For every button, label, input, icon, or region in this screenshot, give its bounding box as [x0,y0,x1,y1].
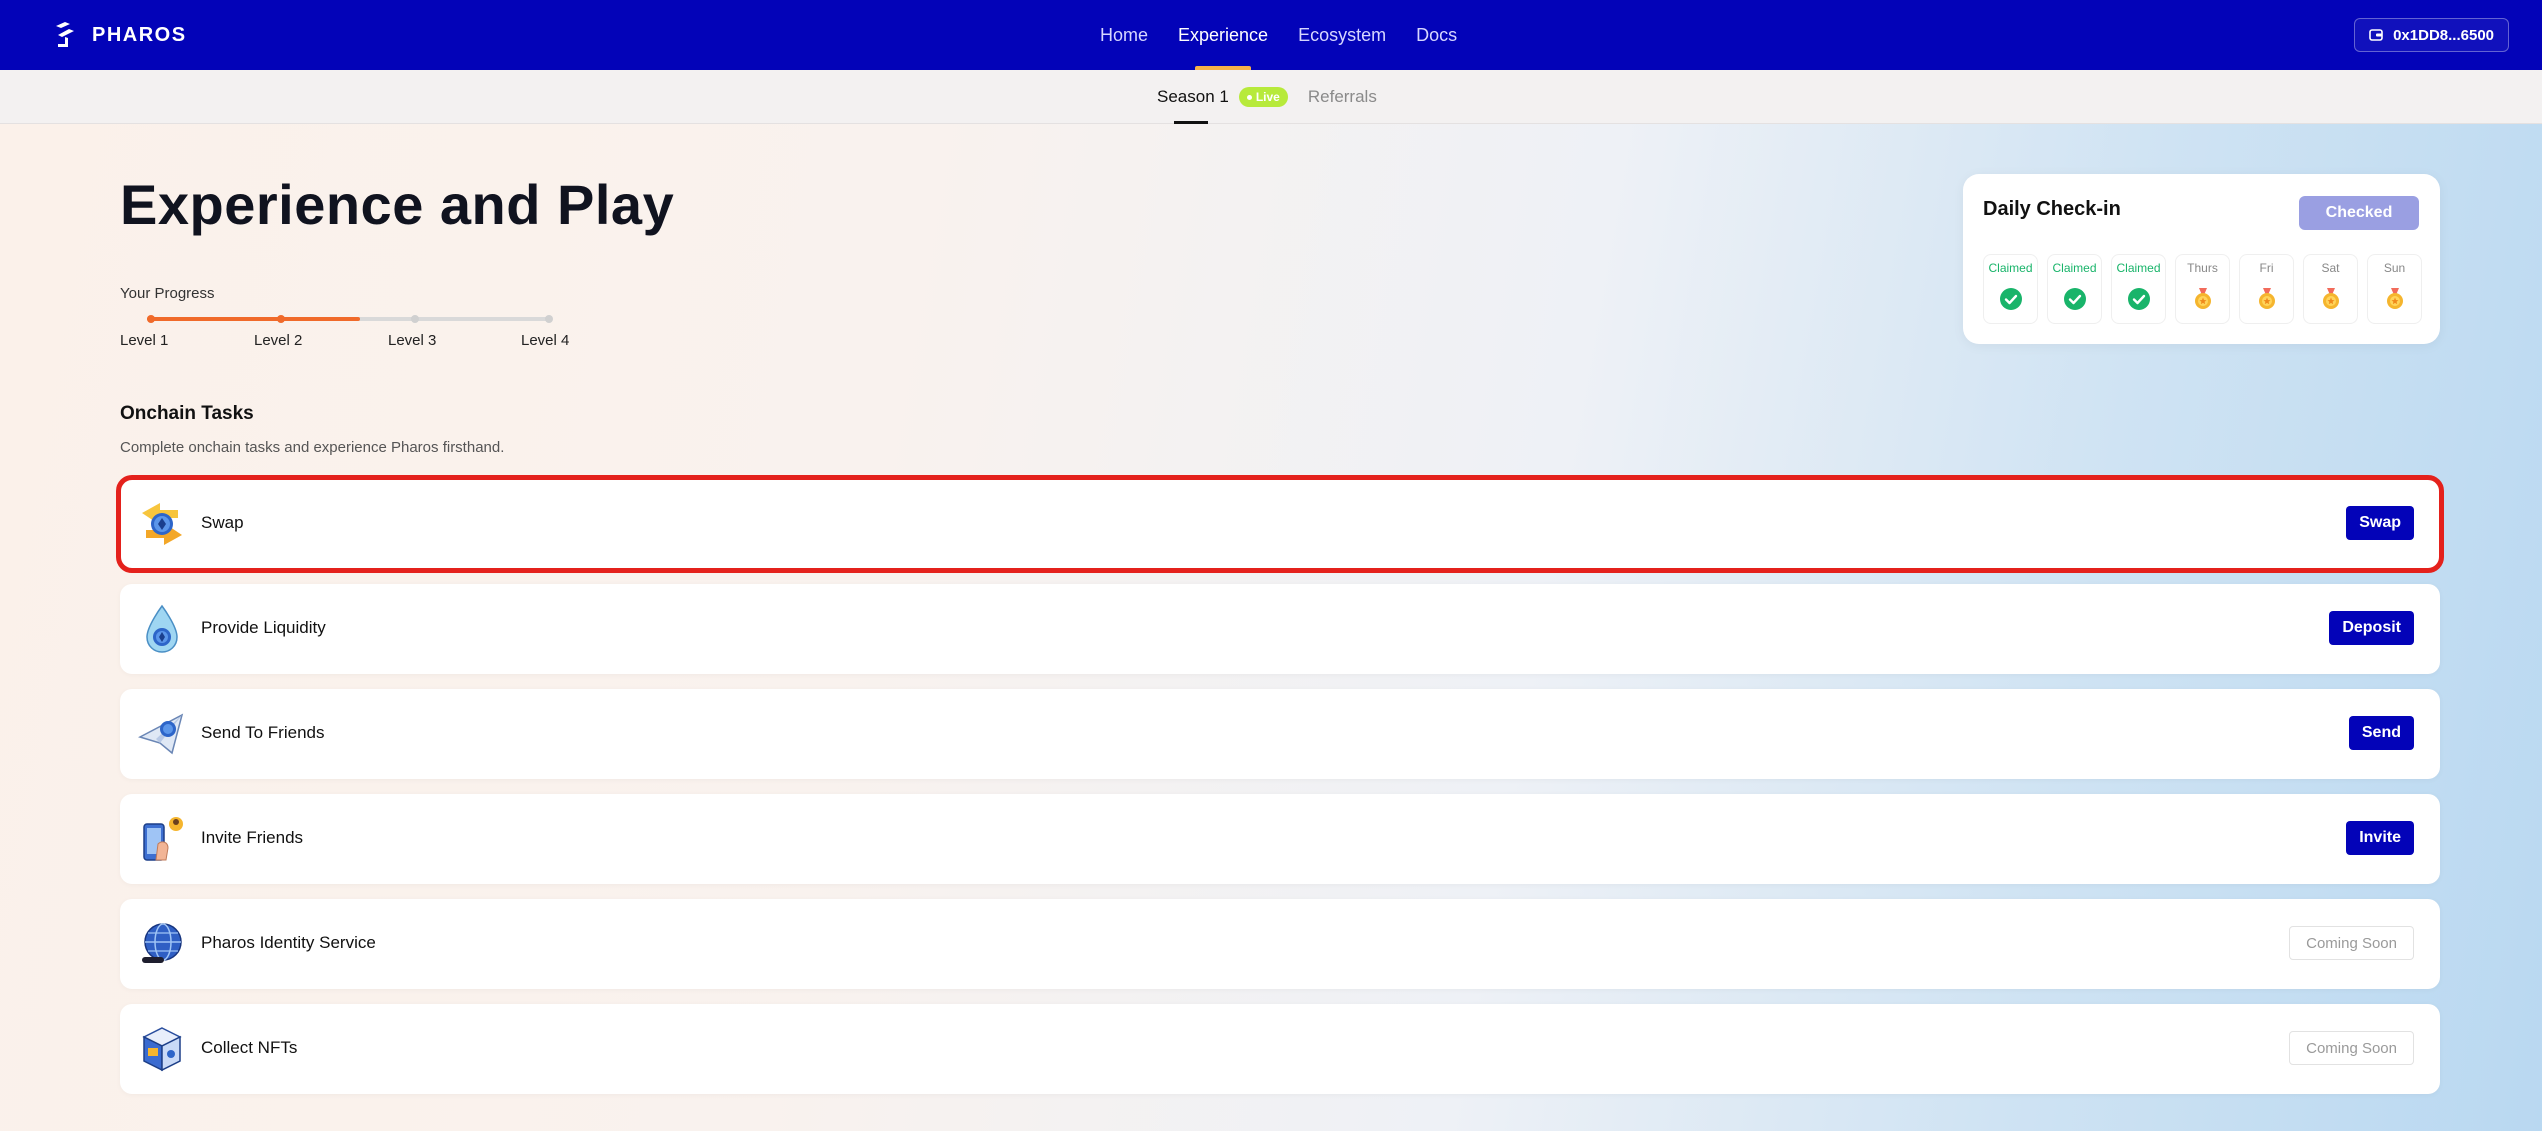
nft-box-icon [142,1027,182,1072]
task-row-send-to-friends: Send To Friends Send [120,689,2440,779]
deposit-button[interactable]: Deposit [2329,611,2414,645]
live-dot-icon [1246,94,1252,100]
day-label: Sun [2383,261,2406,275]
task-row-pharos-identity-service: Pharos Identity Service Coming Soon [120,899,2440,989]
swap-button[interactable]: Swap [2346,506,2414,540]
onchain-tasks-title: Onchain Tasks [120,403,254,424]
main-nav: Home Experience Ecosystem Docs [1100,0,1457,70]
checkin-day: Claimed [2047,254,2102,324]
wallet-address: 0x1DD8...6500 [2393,26,2494,44]
live-badge: Live [1238,87,1288,107]
progress-bar [147,315,553,323]
paper-plane-icon [138,713,184,755]
level-label-2: Level 2 [254,332,303,349]
top-navigation-bar: PHAROS Home Experience Ecosystem Docs 0x… [0,0,2542,70]
coming-soon-button[interactable]: Coming Soon [2289,926,2414,960]
day-label: Claimed [2052,261,2097,275]
checked-button[interactable]: Checked [2299,196,2419,230]
brand-logo[interactable]: PHAROS [52,20,187,50]
checkin-day: Fri [2239,254,2294,324]
day-label: Sat [2321,261,2340,275]
nav-docs[interactable]: Docs [1416,0,1457,70]
day-label: Claimed [2116,261,2161,275]
nav-home[interactable]: Home [1100,0,1148,70]
wallet-button[interactable]: 0x1DD8...6500 [2354,18,2509,52]
tab-season-1[interactable]: Season 1 Live [1157,70,1288,124]
medal-icon [2194,288,2211,309]
nav-ecosystem[interactable]: Ecosystem [1298,0,1386,70]
day-label: Thurs [2187,261,2218,275]
checkin-day: Thurs [2175,254,2230,324]
checkin-title: Daily Check-in [1983,198,2121,220]
task-row-invite-friends: Invite Friends Invite [120,794,2440,884]
day-label: Claimed [1988,261,2033,275]
check-circle-icon [1999,288,2022,310]
daily-checkin-card: Daily Check-in Checked Claimed Claimed C… [1963,174,2440,344]
globe-icon [142,923,182,963]
brand-name: PHAROS [92,23,187,46]
task-name: Collect NFTs [201,1038,298,1057]
tab-season-label: Season 1 [1157,87,1229,106]
pharos-logo-icon [56,22,74,47]
checkin-day: Claimed [1983,254,2038,324]
live-badge-label: Live [1255,90,1280,104]
task-name: Swap [201,513,244,532]
level-label-3: Level 3 [388,332,437,349]
medal-icon [2322,288,2339,309]
task-row-collect-nfts: Collect NFTs Coming Soon [120,1004,2440,1094]
sub-tab-bar: Season 1 Live Referrals [0,70,2542,124]
invite-phone-icon [143,817,183,861]
task-name: Invite Friends [201,828,304,847]
progress-dot-level-4 [545,315,553,323]
liquidity-drop-icon [146,604,178,653]
checkin-day: Claimed [2111,254,2166,324]
level-label-1: Level 1 [120,332,169,349]
check-circle-icon [2127,288,2150,310]
medal-icon [2386,288,2403,309]
task-row-swap: Swap Swap [116,475,2444,573]
wallet-icon [2369,29,2383,41]
coming-soon-button[interactable]: Coming Soon [2289,1031,2414,1065]
onchain-tasks-subtitle: Complete onchain tasks and experience Ph… [120,439,505,456]
checkin-day: Sun [2367,254,2422,324]
level-label-4: Level 4 [521,332,570,349]
check-circle-icon [2063,288,2086,310]
page-title: Experience and Play [120,173,675,236]
tab-referrals[interactable]: Referrals [1308,70,1377,124]
medal-icon [2258,288,2275,309]
progress-dot-level-1 [147,315,155,323]
progress-label: Your Progress [120,285,215,302]
progress-dot-level-3 [411,315,419,323]
task-name: Pharos Identity Service [201,933,376,952]
nav-experience[interactable]: Experience [1178,0,1268,70]
checkin-day: Sat [2303,254,2358,324]
swap-icon [142,503,182,545]
day-label: Fri [2259,261,2274,275]
send-button[interactable]: Send [2348,716,2414,750]
invite-button[interactable]: Invite [2346,821,2414,855]
task-name: Send To Friends [201,723,325,742]
checkin-days: Claimed Claimed Claimed Thurs Fri Sat Su… [1983,254,2422,324]
progress-dot-level-2 [277,315,285,323]
progress-fill [147,317,361,321]
task-name: Provide Liquidity [201,618,326,637]
task-row-provide-liquidity: Provide Liquidity Deposit [120,584,2440,674]
